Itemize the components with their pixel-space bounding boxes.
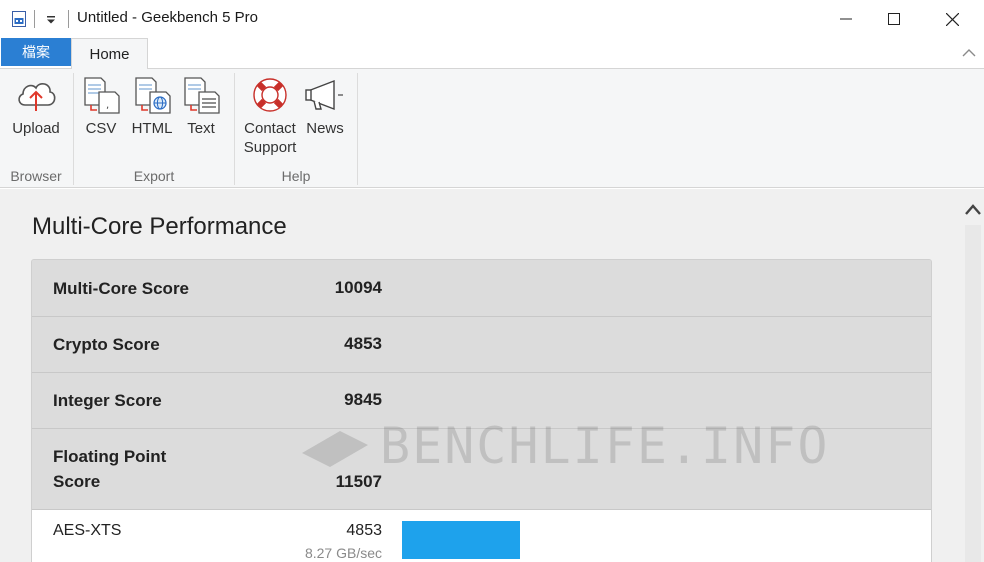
workload-row-aes-xts: AES-XTS 4853 8.27 GB/sec: [32, 510, 931, 562]
score-row-crypto: Crypto Score 4853: [32, 317, 931, 373]
export-text-label: Text: [187, 120, 215, 137]
workload-score: 4853: [346, 522, 382, 539]
results-content: Multi-Core Performance Multi-Core Score …: [0, 189, 962, 562]
text-export-icon: [184, 77, 220, 114]
score-value: 11507: [335, 472, 382, 491]
title-separator: [34, 10, 35, 28]
ribbon-group-help: Contact Support News Help: [235, 69, 357, 188]
ribbon-group-export: , CSV HTML Text Export: [74, 69, 234, 188]
export-html-button[interactable]: HTML: [129, 75, 175, 138]
ribbon-group-browser: Upload Browser: [0, 69, 72, 188]
export-csv-button[interactable]: , CSV: [80, 75, 122, 138]
contact-support-button[interactable]: Contact Support: [239, 75, 301, 157]
tab-home[interactable]: Home: [71, 38, 148, 69]
scrollbar-track[interactable]: [965, 225, 981, 562]
cloud-upload-icon: [18, 83, 56, 111]
score-name-line2: Score: [53, 472, 101, 491]
news-label: News: [306, 120, 344, 137]
news-button[interactable]: News: [303, 75, 347, 138]
close-button[interactable]: [924, 0, 980, 38]
score-name-line1: Floating Point: [53, 447, 167, 466]
title-bar: Untitled - Geekbench 5 Pro: [0, 0, 984, 38]
ribbon-group-separator: [357, 73, 358, 185]
workload-name: AES-XTS: [53, 522, 122, 539]
export-text-button[interactable]: Text: [180, 75, 222, 138]
ribbon-group-label-export: Export: [133, 168, 175, 184]
minimize-icon: [840, 18, 852, 20]
window-title: Untitled - Geekbench 5 Pro: [77, 9, 258, 26]
score-row-multi-core: Multi-Core Score 10094: [32, 260, 931, 317]
collapse-ribbon-chevron-up-icon[interactable]: [960, 44, 978, 62]
score-value: 10094: [334, 278, 382, 297]
title-separator: [68, 10, 69, 28]
maximize-button[interactable]: [866, 0, 922, 38]
score-row-floating-point: Floating Point Score 11507: [32, 429, 931, 510]
scroll-up-chevron-icon[interactable]: [962, 200, 984, 220]
export-html-label: HTML: [131, 120, 173, 137]
contact-support-label-line1: Contact: [244, 120, 296, 137]
upload-button-label: Upload: [12, 120, 60, 137]
score-row-integer: Integer Score 9845: [32, 373, 931, 429]
megaphone-icon: [305, 79, 343, 111]
workload-score-bar: [402, 521, 520, 559]
score-value: 9845: [344, 390, 382, 409]
page-title: Multi-Core Performance: [32, 213, 287, 240]
score-name: Integer Score: [53, 391, 162, 410]
score-name: Crypto Score: [53, 335, 160, 354]
export-csv-label: CSV: [85, 120, 117, 137]
ribbon-tab-bar: 檔案 Home: [0, 38, 984, 69]
score-name: Multi-Core Score: [53, 279, 190, 298]
ribbon-group-label-help: Help: [281, 168, 311, 184]
quick-access-dropdown-icon[interactable]: [44, 12, 58, 26]
score-value: 4853: [344, 334, 382, 353]
svg-text:,: ,: [106, 100, 109, 111]
contact-support-label-line2: Support: [243, 139, 297, 156]
tab-file[interactable]: 檔案: [1, 38, 71, 66]
upload-button[interactable]: Upload: [6, 75, 66, 138]
ribbon: Upload Browser , CSV HTML Text Export Co…: [0, 68, 984, 188]
app-document-icon[interactable]: [12, 11, 26, 27]
close-icon: [945, 12, 959, 26]
lifebuoy-icon: [253, 78, 287, 112]
maximize-icon: [888, 13, 900, 25]
csv-export-icon: ,: [84, 77, 120, 114]
score-table: Multi-Core Score 10094 Crypto Score 4853…: [31, 259, 932, 562]
workload-rate: 8.27 GB/sec: [304, 545, 382, 561]
html-export-icon: [135, 77, 171, 114]
ribbon-group-label-browser: Browser: [10, 168, 62, 184]
